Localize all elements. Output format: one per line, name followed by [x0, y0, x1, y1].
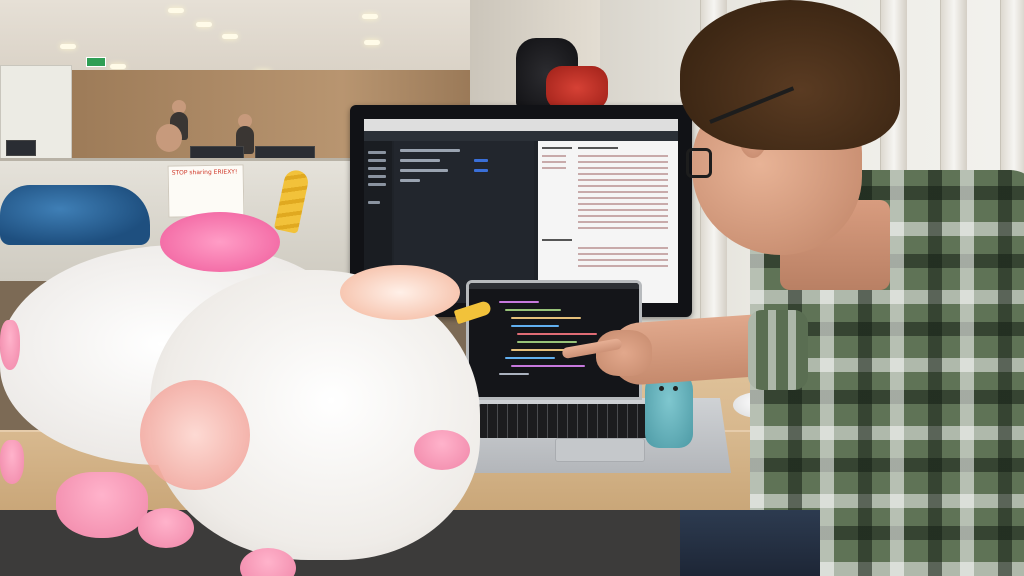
ceiling-light: [110, 64, 126, 69]
glasses-icon: [686, 148, 712, 178]
detail-row: [578, 167, 668, 169]
sticky-note: STOP sharing ERIEXY!: [167, 164, 245, 218]
detail-row: [578, 247, 668, 249]
code-line: [511, 317, 581, 319]
code-line: [505, 309, 561, 311]
app-header: [364, 131, 678, 141]
sidebar-item: [368, 159, 386, 162]
detail-row: [578, 185, 668, 187]
unicorn-mane: [340, 265, 460, 320]
ceiling-light: [168, 8, 184, 13]
unicorn-hoof: [0, 320, 20, 370]
code-line: [505, 357, 555, 359]
detail-row: [578, 161, 668, 163]
shirt-sleeve: [748, 310, 808, 390]
detail-row: [542, 167, 566, 169]
detail-row: [578, 197, 668, 199]
unicorn-hoof: [0, 440, 24, 484]
hand: [596, 330, 652, 376]
sidebar-item: [368, 201, 380, 204]
browser-toolbar: [364, 119, 678, 131]
unicorn-hoof: [138, 508, 194, 548]
ceiling-light: [60, 44, 76, 49]
code-line: [517, 341, 577, 343]
sidebar-item: [368, 167, 386, 170]
unicorn-tail: [140, 380, 250, 490]
coworker-head: [156, 124, 182, 152]
unicorn-hoof: [414, 430, 470, 470]
detail-row: [542, 155, 566, 157]
code-line: [499, 301, 539, 303]
hair: [680, 0, 900, 150]
detail-heading: [542, 147, 572, 149]
code-line: [511, 365, 585, 367]
sidebar-item: [368, 175, 386, 178]
sidebar-item: [368, 151, 386, 154]
ceiling-light: [222, 34, 238, 39]
app-detail-pane: [538, 141, 678, 303]
jeans: [680, 510, 820, 576]
unicorn-mane: [160, 212, 280, 272]
detail-row: [578, 209, 668, 211]
laptop-trackpad[interactable]: [555, 438, 645, 462]
editor-titlebar: [469, 283, 639, 289]
detail-row: [578, 227, 668, 229]
unicorn-hoof: [56, 472, 148, 538]
ceiling-light: [362, 14, 378, 19]
sidebar-item: [368, 183, 386, 186]
detail-heading: [578, 147, 618, 149]
list-row: [400, 159, 440, 162]
list-row: [400, 169, 448, 172]
red-chair: [546, 66, 608, 110]
detail-row: [578, 259, 668, 261]
list-row: [400, 149, 460, 152]
detail-row: [542, 161, 566, 163]
list-badge: [474, 159, 488, 162]
detail-row: [578, 253, 668, 255]
detail-row: [578, 173, 668, 175]
detail-heading: [542, 239, 572, 241]
office-photo: STOP sharing ERIEXY!: [0, 0, 1024, 576]
laptop-keyboard[interactable]: [478, 404, 653, 438]
far-monitor: [6, 140, 36, 156]
detail-row: [578, 265, 668, 267]
blue-cloth: [0, 185, 150, 245]
toy-eye: [673, 386, 678, 391]
code-line: [499, 373, 529, 375]
list-row: [400, 179, 420, 182]
detail-row: [578, 203, 668, 205]
list-badge: [474, 169, 488, 172]
exit-sign: [86, 57, 106, 67]
detail-row: [578, 215, 668, 217]
code-line: [511, 325, 559, 327]
detail-row: [578, 155, 668, 157]
detail-row: [578, 191, 668, 193]
detail-row: [578, 179, 668, 181]
code-line: [517, 333, 597, 335]
ceiling-light: [196, 22, 212, 27]
toy-eye: [659, 386, 664, 391]
ceiling-light: [364, 40, 380, 45]
detail-row: [578, 221, 668, 223]
